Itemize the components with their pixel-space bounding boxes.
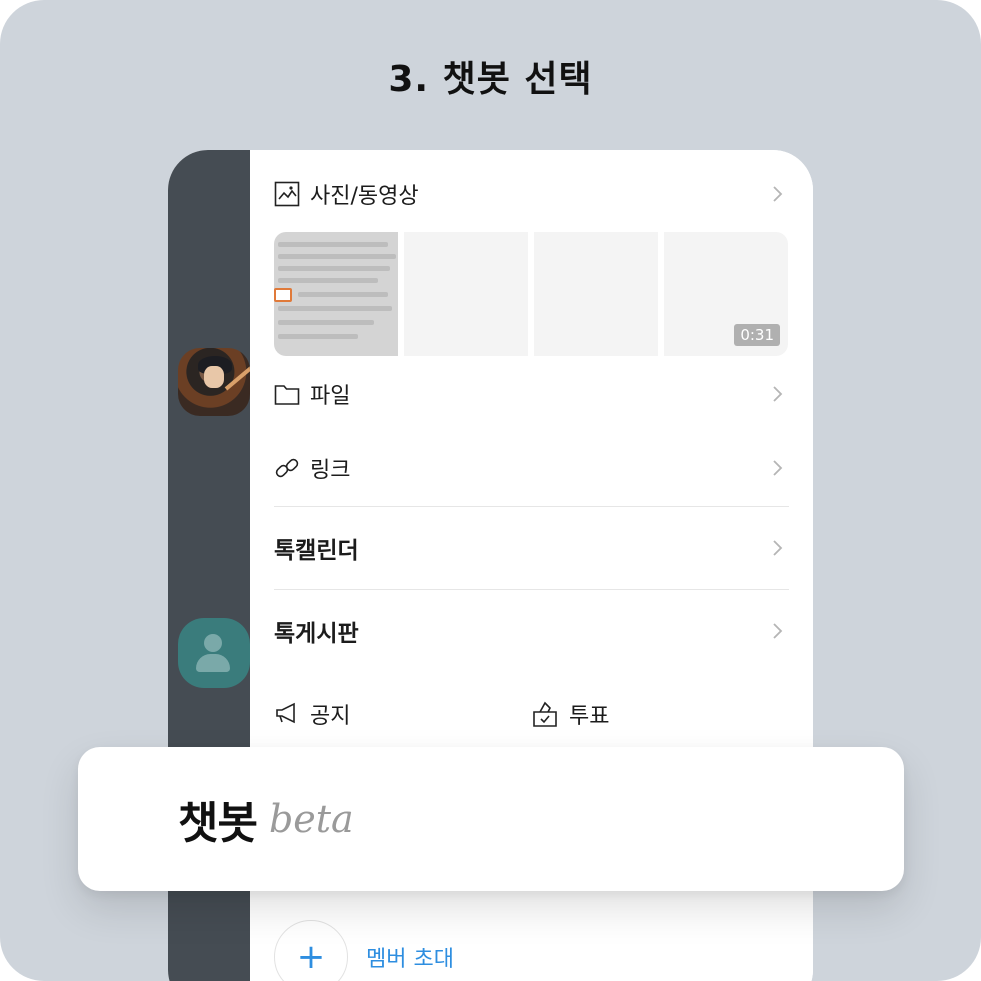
board-shortcuts: 공지 투표 [274,696,788,732]
media-thumbnail[interactable] [404,232,528,356]
thumbnail-highlight-box [274,288,292,302]
chevron-right-icon [773,623,783,639]
media-thumbnails: 0:31 [274,232,788,356]
thumbnail-text-line [278,320,374,325]
default-avatar [178,618,250,688]
media-thumbnail[interactable] [274,232,398,356]
user-body-icon [196,654,230,672]
ballot-box-icon [531,700,559,728]
divider [274,506,789,507]
menu-item-chatbot[interactable]: 챗봇 beta [78,747,904,891]
folder-icon [274,381,300,407]
menu-item-label: 파일 [310,384,351,409]
media-thumbnail[interactable] [534,232,658,356]
thumbnail-text-line [278,254,396,259]
beta-tag: beta [268,797,354,841]
menu-item-talk-board[interactable]: 톡게시판 [274,611,789,651]
menu-item-label: 링크 [310,458,351,483]
menu-item-notice[interactable]: 공지 [274,696,531,732]
thumbnail-text-line [298,292,388,297]
video-duration-badge: 0:31 [734,324,780,346]
avatar [178,348,250,416]
megaphone-icon [274,701,300,727]
invite-member-button[interactable]: + 멤버 초대 [274,920,454,981]
user-head-icon [204,634,222,652]
link-icon [274,455,300,481]
image-icon [274,181,300,207]
menu-item-label: 투표 [569,704,610,729]
menu-item-label: 톡게시판 [274,621,359,647]
menu-item-files[interactable]: 파일 [274,374,789,414]
chevron-right-icon [773,386,783,402]
media-thumbnail-video[interactable]: 0:31 [664,232,788,356]
avatar-face [204,366,224,388]
page-title: 3. 챗봇 선택 [388,59,593,100]
thumbnail-text-line [278,306,392,311]
thumbnail-text-line [278,278,378,283]
thumbnail-text-line [278,266,390,271]
menu-item-label: 사진/동영상 [310,184,419,209]
menu-item-label: 공지 [310,704,351,729]
plus-icon: + [274,920,348,981]
menu-item-talk-calendar[interactable]: 톡캘린더 [274,528,789,568]
chevron-right-icon [773,186,783,202]
thumbnail-text-line [278,334,358,339]
chatbot-label: 챗봇 [178,798,258,849]
menu-item-links[interactable]: 링크 [274,448,789,488]
menu-item-photos[interactable]: 사진/동영상 [274,174,789,214]
menu-item-label: 톡캘린더 [274,538,359,564]
divider [274,589,789,590]
menu-item-vote[interactable]: 투표 [531,696,788,732]
invite-label: 멤버 초대 [366,947,454,972]
screenshot-frame: 3. 챗봇 선택 사진/동영상 0:31 파일 링크 톡캘린더 톡게시판 공지 … [0,0,981,981]
thumbnail-text-line [278,242,388,247]
chevron-right-icon [773,460,783,476]
chevron-right-icon [773,540,783,556]
